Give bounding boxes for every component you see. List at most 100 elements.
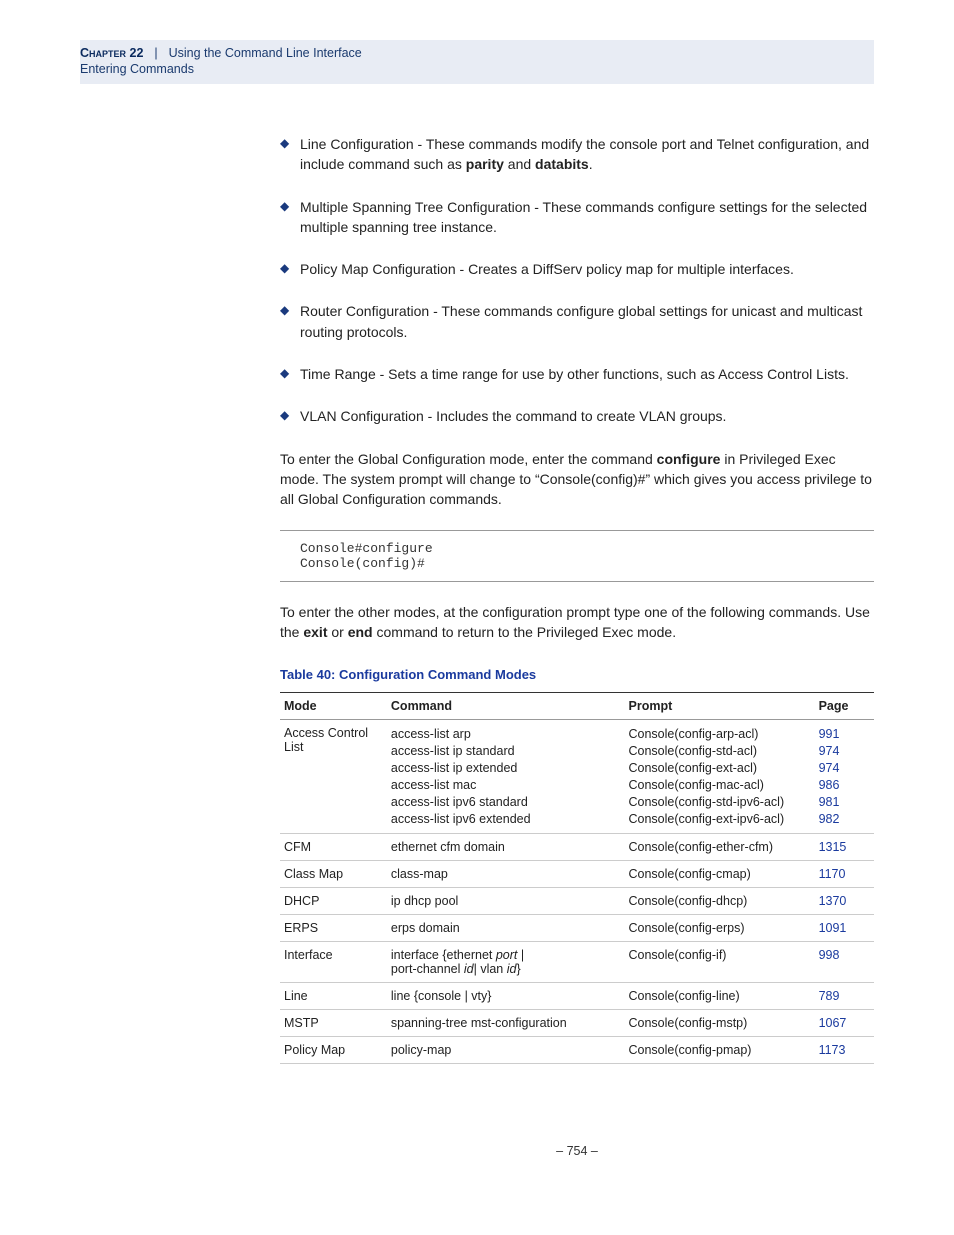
td-mode: Class Map: [280, 861, 387, 888]
td-command: line {console | vty}: [387, 983, 625, 1010]
bold-term: databits: [535, 156, 589, 172]
table-header-row: Mode Command Prompt Page: [280, 693, 874, 720]
page-link[interactable]: 986: [819, 777, 870, 794]
table-row: DHCPip dhcp poolConsole(config-dhcp)1370: [280, 888, 874, 915]
table-title: Table 40: Configuration Command Modes: [280, 667, 874, 682]
td-mode: ERPS: [280, 915, 387, 942]
bullet-text: VLAN Configuration - Includes the comman…: [300, 408, 726, 424]
td-mode: MSTP: [280, 1010, 387, 1037]
td-mode: Access Control List: [280, 720, 387, 834]
td-mode: Line: [280, 983, 387, 1010]
td-command: access-list arpaccess-list ip standardac…: [387, 720, 625, 834]
th-prompt: Prompt: [625, 693, 815, 720]
command-line: access-list ip standard: [391, 743, 621, 760]
td-prompt: Console(config-dhcp): [625, 888, 815, 915]
bullet-item: VLAN Configuration - Includes the comman…: [280, 406, 874, 426]
page-link[interactable]: 991: [819, 726, 870, 743]
prompt-line: Console(config-std-acl): [629, 743, 811, 760]
page-link[interactable]: 1370: [819, 894, 847, 908]
td-prompt: Console(config-if): [625, 942, 815, 983]
bullet-text: .: [589, 156, 593, 172]
bullet-text: Time Range - Sets a time range for use b…: [300, 366, 849, 382]
command-line: access-list arp: [391, 726, 621, 743]
chapter-label: Chapter 22: [80, 46, 143, 60]
bullet-item: Policy Map Configuration - Creates a Dif…: [280, 259, 874, 279]
td-command: spanning-tree mst-configuration: [387, 1010, 625, 1037]
page-number: – 754 –: [280, 1144, 874, 1158]
td-command: erps domain: [387, 915, 625, 942]
td-mode: CFM: [280, 834, 387, 861]
config-table: Mode Command Prompt Page Access Control …: [280, 692, 874, 1064]
td-prompt: Console(config-pmap): [625, 1037, 815, 1064]
command-line: access-list ipv6 extended: [391, 811, 621, 828]
th-mode: Mode: [280, 693, 387, 720]
td-command: class-map: [387, 861, 625, 888]
chapter-title: Using the Command Line Interface: [169, 46, 362, 60]
prompt-line: Console(config-ext-ipv6-acl): [629, 811, 811, 828]
paragraph-text: To enter the Global Configuration mode, …: [280, 451, 657, 467]
bullet-item: Time Range - Sets a time range for use b…: [280, 364, 874, 384]
prompt-line: Console(config-ext-acl): [629, 760, 811, 777]
td-mode: DHCP: [280, 888, 387, 915]
bullet-item: Router Configuration - These commands co…: [280, 301, 874, 342]
section-name: Entering Commands: [80, 62, 874, 76]
command-line: access-list mac: [391, 777, 621, 794]
td-prompt: Console(config-arp-acl)Console(config-st…: [625, 720, 815, 834]
prompt-line: Console(config-arp-acl): [629, 726, 811, 743]
page-header: Chapter 22 | Using the Command Line Inte…: [80, 40, 874, 84]
page-link[interactable]: 998: [819, 948, 840, 962]
page-link[interactable]: 974: [819, 743, 870, 760]
td-prompt: Console(config-ether-cfm): [625, 834, 815, 861]
td-page: 1370: [815, 888, 874, 915]
page-link[interactable]: 789: [819, 989, 840, 1003]
page-link[interactable]: 1170: [819, 867, 846, 881]
table-row: Interfaceinterface {ethernet port | port…: [280, 942, 874, 983]
page-link[interactable]: 1173: [819, 1043, 846, 1057]
body-paragraph: To enter the other modes, at the configu…: [280, 602, 874, 643]
paragraph-text: or: [327, 624, 347, 640]
td-page: 1170: [815, 861, 874, 888]
bullet-list: Line Configuration - These commands modi…: [280, 134, 874, 427]
page-link[interactable]: 1315: [819, 840, 847, 854]
td-prompt: Console(config-erps): [625, 915, 815, 942]
bullet-text: Policy Map Configuration - Creates a Dif…: [300, 261, 794, 277]
td-command: ethernet cfm domain: [387, 834, 625, 861]
prompt-line: Console(config-std-ipv6-acl): [629, 794, 811, 811]
content-area: Line Configuration - These commands modi…: [280, 134, 874, 1158]
bullet-item: Multiple Spanning Tree Configuration - T…: [280, 197, 874, 238]
th-command: Command: [387, 693, 625, 720]
page-link[interactable]: 1067: [819, 1016, 847, 1030]
td-page: 1315: [815, 834, 874, 861]
table-row: ERPSerps domainConsole(config-erps) 1091: [280, 915, 874, 942]
td-prompt: Console(config-cmap): [625, 861, 815, 888]
td-command: interface {ethernet port | port-channel …: [387, 942, 625, 983]
table-row: Class Mapclass-mapConsole(config-cmap) 11…: [280, 861, 874, 888]
page-link[interactable]: 974: [819, 760, 870, 777]
td-page: 789: [815, 983, 874, 1010]
header-pipe: |: [147, 46, 165, 60]
td-page: 1173: [815, 1037, 874, 1064]
td-page: 991974974986981982: [815, 720, 874, 834]
header-line-1: Chapter 22 | Using the Command Line Inte…: [80, 46, 874, 60]
td-mode: Interface: [280, 942, 387, 983]
page-link[interactable]: 982: [819, 811, 870, 828]
command-line: access-list ip extended: [391, 760, 621, 777]
table-row: CFMethernet cfm domainConsole(config-eth…: [280, 834, 874, 861]
td-page: 1091: [815, 915, 874, 942]
td-page: 998: [815, 942, 874, 983]
body-paragraph: To enter the Global Configuration mode, …: [280, 449, 874, 510]
bullet-text: and: [504, 156, 535, 172]
bold-term: configure: [657, 451, 721, 467]
page-link[interactable]: 981: [819, 794, 870, 811]
bold-term: parity: [466, 156, 504, 172]
table-row: MSTPspanning-tree mst-configurationConso…: [280, 1010, 874, 1037]
td-page: 1067: [815, 1010, 874, 1037]
bullet-text: Multiple Spanning Tree Configuration - T…: [300, 199, 867, 235]
paragraph-text: command to return to the Privileged Exec…: [373, 624, 676, 640]
th-page: Page: [815, 693, 874, 720]
command-line: port-channel id| vlan id}: [391, 962, 621, 976]
bold-term: exit: [303, 624, 327, 640]
code-block: Console#configure Console(config)#: [280, 530, 874, 582]
command-line: interface {ethernet port |: [391, 948, 621, 962]
page-link[interactable]: 1091: [819, 921, 847, 935]
